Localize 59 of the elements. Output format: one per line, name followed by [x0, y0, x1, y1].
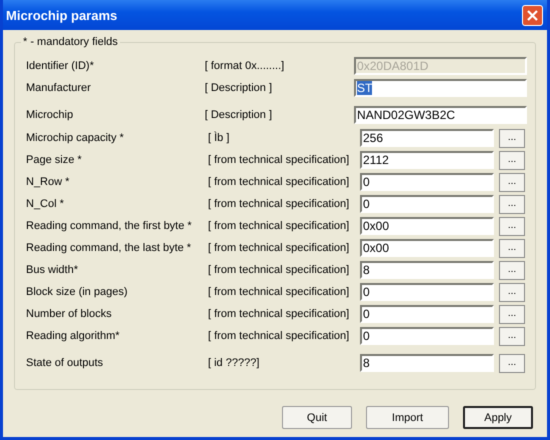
field-label: Block size (in pages) — [26, 286, 128, 298]
input-field[interactable]: 0 — [360, 173, 494, 191]
field-label: Identifier (ID)* — [26, 60, 95, 72]
field-hint: [ from technical specification] — [208, 264, 350, 276]
browse-button[interactable]: ... — [499, 172, 525, 192]
input-field[interactable]: 0 — [360, 327, 494, 345]
input-field[interactable]: 2112 — [360, 151, 494, 169]
field-hint: [ from technical specification] — [208, 198, 350, 210]
field-label: Manufacturer — [26, 82, 92, 94]
group-legend: * - mandatory fields — [21, 36, 120, 48]
browse-button[interactable]: ... — [499, 354, 525, 372]
close-icon — [527, 10, 538, 20]
field-hint: [ Description ] — [204, 109, 273, 121]
field-label: N_Row * — [26, 176, 70, 188]
field-hint: [ from technical specification] — [208, 242, 350, 254]
field-hint: [ from technical specification] — [208, 220, 350, 232]
field-hint: [ Ìb ] — [208, 132, 230, 144]
field-hint: [ from technical specification] — [208, 286, 350, 298]
field-hint: [ format 0x........] — [204, 60, 286, 72]
field-label: N_Col * — [26, 198, 65, 210]
field-hint: [ id ?????] — [208, 357, 260, 369]
input-field[interactable]: 0x00 — [360, 239, 494, 257]
dialog-button[interactable]: Apply — [463, 406, 533, 429]
input-field[interactable]: 0 — [360, 305, 494, 323]
browse-button[interactable]: ... — [499, 304, 525, 324]
browse-button[interactable]: ... — [499, 150, 525, 170]
browse-button[interactable]: ... — [499, 128, 525, 148]
field-hint: [ from technical specification] — [208, 308, 350, 320]
browse-button[interactable]: ... — [499, 194, 525, 214]
field-label: Microchip capacity * — [26, 132, 125, 144]
close-button[interactable] — [522, 4, 543, 26]
field-hint: [ from technical specification] — [208, 154, 350, 166]
input-field[interactable]: 256 — [360, 129, 494, 147]
browse-button[interactable]: ... — [499, 216, 525, 236]
field-hint: [ from technical specification] — [208, 176, 350, 188]
browse-button[interactable]: ... — [499, 260, 525, 280]
browse-button[interactable]: ... — [499, 282, 525, 302]
input-field[interactable]: 8 — [360, 261, 494, 279]
input-field[interactable]: 0 — [360, 195, 494, 213]
input-field[interactable]: 8 — [360, 354, 494, 372]
field-label: State of outputs — [26, 357, 104, 369]
field-label: Number of blocks — [26, 308, 113, 320]
browse-button[interactable]: ... — [499, 238, 525, 258]
input-field[interactable]: 0x00 — [360, 217, 494, 235]
input-field[interactable]: 0 — [360, 283, 494, 301]
dialog-button[interactable]: Import — [366, 406, 449, 429]
input-field[interactable]: NAND02GW3B2C — [354, 106, 527, 124]
field-label: Reading command, the first byte * — [26, 220, 193, 232]
field-label: Microchip — [26, 109, 74, 121]
dialog-button[interactable]: Quit — [282, 406, 352, 429]
field-label: Page size * — [26, 154, 83, 166]
field-label: Reading command, the last byte * — [26, 242, 192, 254]
field-hint: [ from technical specification] — [208, 330, 350, 342]
window-title: Microchip params — [6, 8, 118, 22]
field-label: Bus width* — [26, 264, 79, 276]
field-hint: [ Description ] — [204, 82, 273, 94]
input-field[interactable]: ST — [354, 79, 527, 97]
field-label: Reading algorithm* — [26, 330, 121, 342]
browse-button[interactable]: ... — [499, 326, 525, 346]
